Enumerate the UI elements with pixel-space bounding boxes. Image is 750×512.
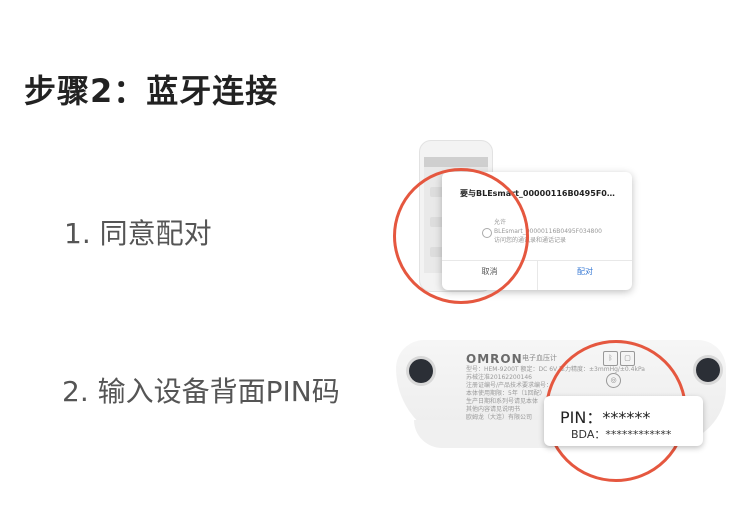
bda-code: BDA：************ — [571, 428, 672, 441]
device-knob-right — [696, 358, 720, 382]
phone-status-bar — [424, 157, 488, 167]
pin-card: PIN：****** BDA：************ — [544, 396, 703, 446]
device-type-label: 电子血压计 — [522, 354, 557, 362]
step-1-label: 1. 同意配对 — [64, 217, 212, 250]
device-knob-left — [409, 359, 433, 383]
pin-code: PIN：****** — [560, 408, 651, 427]
pair-button[interactable]: 配对 — [538, 266, 632, 277]
brand-logo: OMRON — [466, 352, 523, 366]
page-title: 步骤2：蓝牙连接 — [24, 72, 279, 110]
highlight-circle — [393, 168, 529, 304]
step-2-label: 2. 输入设备背面PIN码 — [62, 375, 340, 408]
